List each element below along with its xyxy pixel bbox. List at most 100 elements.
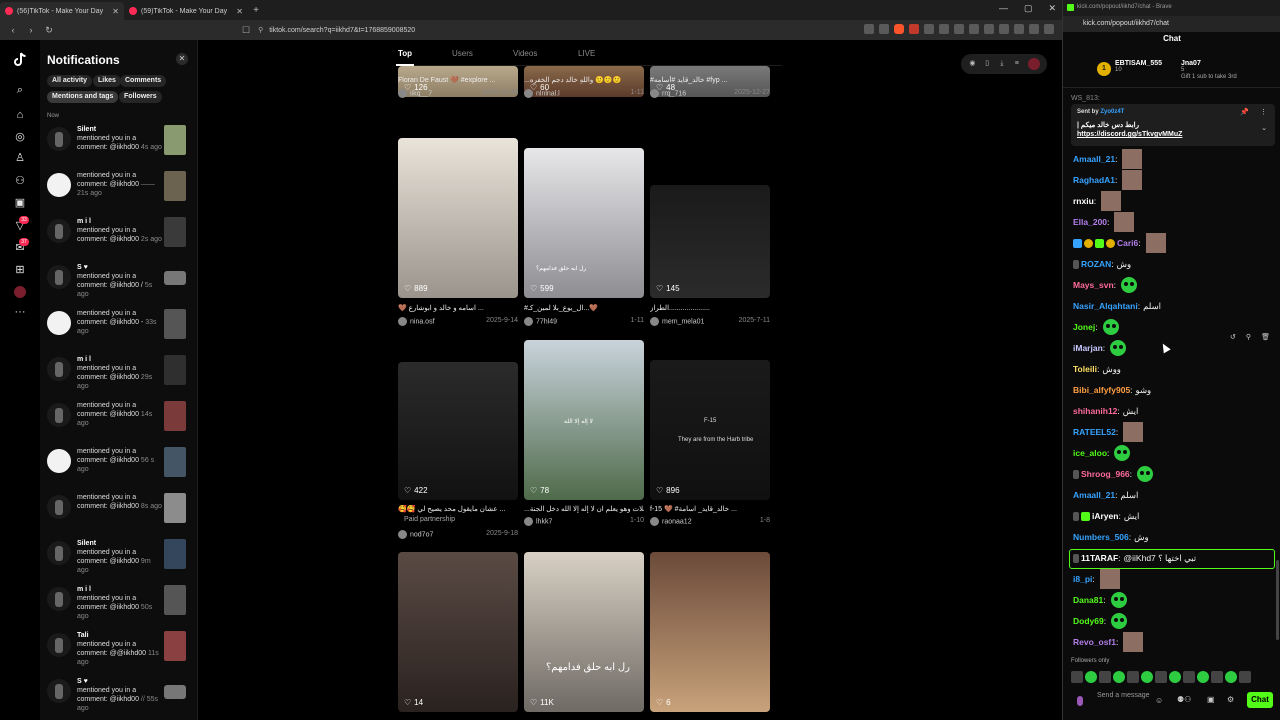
extension-icon[interactable] <box>864 24 874 34</box>
chat-username[interactable]: i8_pi <box>1073 574 1092 584</box>
reply-icon[interactable]: ↺ <box>1230 333 1236 345</box>
chat-username[interactable]: Toleili <box>1073 364 1097 374</box>
video-thumbnail[interactable]: ♡ 11K <box>524 552 644 712</box>
video-caption[interactable]: 🥰🥰 عشان مايقول محد يصيح لي ... <box>398 505 518 513</box>
notification-item[interactable]: mentioned you in a comment: @iikhd00 - 3… <box>45 309 193 353</box>
brave-rewards-icon[interactable] <box>909 24 919 34</box>
chat-message[interactable]: Cari6: <box>1073 233 1166 253</box>
video-caption[interactable]: 🤎 اسامه و خالد و ابوشارع ... <box>398 304 518 312</box>
chat-username[interactable]: RATEEL52 <box>1073 427 1116 437</box>
video-thumbnail[interactable]: ♡ 145 <box>650 185 770 298</box>
browser-tab-2[interactable]: (59)TikTok - Make Your Day ✕ <box>124 2 248 20</box>
user-avatar[interactable] <box>524 89 533 98</box>
chat-message[interactable]: ROZAN: وش <box>1073 255 1131 273</box>
video-caption[interactable]: ...معلات وهو يعلم ان لا إله إلا الله دخل… <box>524 505 644 513</box>
avatar[interactable] <box>47 173 71 197</box>
chat-message[interactable]: iMarjan: <box>1073 339 1127 357</box>
chat-username[interactable]: iMarjan <box>1073 343 1103 353</box>
avatar[interactable] <box>47 587 71 611</box>
video-thumbnail[interactable] <box>164 217 186 247</box>
chat-message[interactable]: RATEEL52: <box>1073 422 1144 442</box>
chat-message[interactable]: Jonej: <box>1073 318 1119 336</box>
emote-icon[interactable] <box>1225 671 1237 683</box>
emote-icon[interactable] <box>1113 671 1125 683</box>
chat-username[interactable]: ice_aloo <box>1073 448 1107 458</box>
chat-username[interactable]: Nasir_Alqahtani <box>1073 301 1138 311</box>
pin-message-icon[interactable]: ⚲ <box>1246 333 1251 345</box>
chat-username[interactable]: Jonej <box>1073 322 1095 332</box>
close-icon[interactable]: ✕ <box>1048 3 1056 14</box>
avatar[interactable] <box>47 357 71 381</box>
emote-icon[interactable] <box>1071 671 1083 683</box>
filter-followers[interactable]: Followers <box>119 91 162 103</box>
close-tab-icon[interactable]: ✕ <box>236 7 243 16</box>
pinned-author[interactable]: Zyo0z4T <box>1100 109 1124 115</box>
site-info-icon[interactable]: ⚲ <box>258 26 263 34</box>
video-caption[interactable]: #ال_يوع_بلا لمين_كـ...🤎 <box>524 304 644 312</box>
close-notifications-button[interactable]: ✕ <box>176 53 188 65</box>
video-thumbnail[interactable] <box>164 447 186 477</box>
user-avatar[interactable] <box>524 517 533 526</box>
video-caption[interactable]: الطراز..................... <box>650 304 770 312</box>
notification-item[interactable]: S ♥ mentioned you in a comment: @iikhd00 … <box>45 677 193 720</box>
chat-message[interactable]: shihanih12: ايش <box>1073 402 1138 420</box>
microphone-icon[interactable] <box>1077 696 1083 706</box>
emote-icon[interactable] <box>1183 671 1195 683</box>
video-thumbnail[interactable] <box>164 355 186 385</box>
gift-icon[interactable]: ▣ <box>1207 695 1215 704</box>
user-avatar[interactable] <box>650 89 659 98</box>
chat-username[interactable]: Numbers_506 <box>1073 532 1129 542</box>
pin-icon[interactable]: 📌 <box>1240 108 1249 116</box>
download-icon[interactable]: ⤓ <box>998 60 1006 68</box>
reload-icon[interactable]: ↻ <box>42 25 56 36</box>
chat-username[interactable]: Bibi_alfyfy905 <box>1073 385 1130 395</box>
notification-item[interactable]: mentioned you in a comment: @iikhd00 56 … <box>45 447 193 491</box>
chat-scrollbar[interactable] <box>1276 560 1279 640</box>
video-thumbnail[interactable] <box>164 539 186 569</box>
avatar[interactable] <box>47 265 71 289</box>
new-tab-button[interactable]: + <box>248 5 264 16</box>
chat-message[interactable]: Dana81: <box>1073 591 1127 609</box>
chat-username[interactable]: shihanih12 <box>1073 406 1117 416</box>
video-thumbnail[interactable]: ♡ 6 <box>650 552 770 712</box>
settings-icon[interactable]: ⚙ <box>1227 695 1234 704</box>
chat-address-bar[interactable]: kick.com/popout/iikhd7/chat <box>1063 16 1280 32</box>
filter-likes[interactable]: Likes <box>93 75 121 87</box>
notification-item[interactable]: Silent mentioned you in a comment: @iikhd… <box>45 539 193 583</box>
gift-prompt[interactable]: Gift 1 sub to take 3rd <box>1181 74 1237 80</box>
filter-all-activity[interactable]: All activity <box>47 75 93 87</box>
chat-message[interactable]: Amaall_21: <box>1073 149 1143 169</box>
delete-icon[interactable]: 🗑 <box>1261 333 1270 345</box>
chat-input[interactable]: Send a message ☺ <box>1071 690 1165 712</box>
menu-icon[interactable] <box>1044 24 1054 34</box>
user-avatar[interactable] <box>398 530 407 539</box>
video-thumbnail[interactable] <box>164 585 186 615</box>
upload-icon[interactable]: ⊞ <box>14 264 26 276</box>
chat-username[interactable]: rnxiu <box>1073 196 1094 206</box>
avatar[interactable] <box>47 449 71 473</box>
avatar[interactable] <box>47 219 71 243</box>
emote-icon[interactable] <box>1085 671 1097 683</box>
close-tab-icon[interactable]: ✕ <box>112 7 119 16</box>
chat-message[interactable]: Shroog_966: <box>1073 465 1154 483</box>
avatar[interactable] <box>47 311 71 335</box>
video-thumbnail[interactable] <box>164 631 186 661</box>
pinned-link[interactable]: https://discord.gg/sTkvgvMMuZ <box>1077 131 1182 138</box>
extension-icon[interactable] <box>999 24 1009 34</box>
video-username[interactable]: raonaa12 <box>662 518 692 525</box>
user-avatar[interactable] <box>650 317 659 326</box>
maximize-icon[interactable]: ▢ <box>1024 3 1033 14</box>
record-icon[interactable] <box>1027 58 1040 70</box>
chat-username[interactable]: Cari6 <box>1117 238 1138 248</box>
tab-videos[interactable]: Videos <box>513 49 537 58</box>
video-username[interactable]: lhkk7 <box>536 518 552 525</box>
emoji-icon[interactable]: ☺ <box>1155 696 1163 705</box>
emote-icon[interactable] <box>1141 671 1153 683</box>
friends-icon[interactable]: ⚇ <box>14 175 26 187</box>
chat-message[interactable]: ice_aloo: <box>1073 444 1131 462</box>
extension-icon[interactable] <box>969 24 979 34</box>
gifter-1[interactable]: EBTISAM_555 10 <box>1115 60 1162 73</box>
chat-message[interactable]: i8_pi: <box>1073 569 1120 589</box>
avatar[interactable] <box>47 633 71 657</box>
notification-item[interactable]: Tali mentioned you in a comment: @@iikhd0… <box>45 631 193 675</box>
